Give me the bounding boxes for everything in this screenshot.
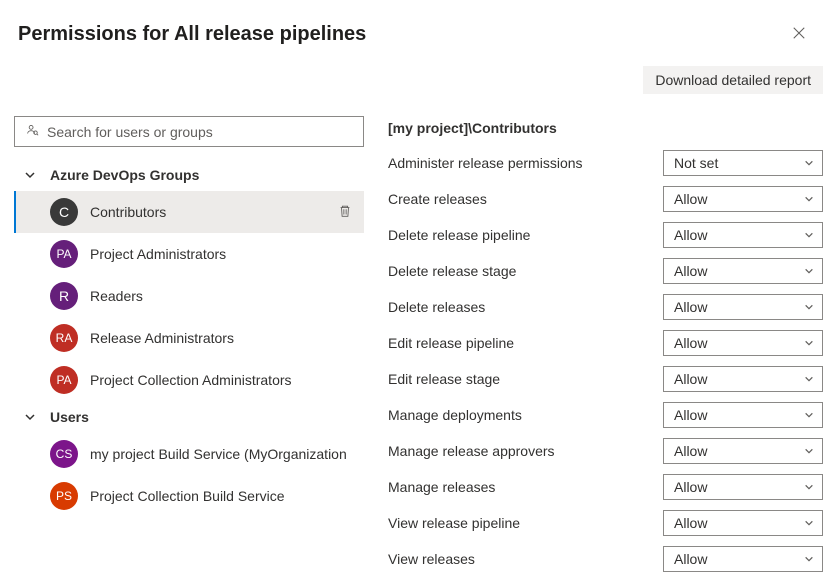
identity-name: Project Collection Build Service (90, 488, 356, 504)
chevron-down-icon (804, 299, 814, 315)
chevron-down-icon (804, 551, 814, 567)
permission-value: Not set (674, 155, 718, 171)
permission-dropdown[interactable]: Allow (663, 258, 823, 284)
avatar: PA (50, 366, 78, 394)
permission-label: Manage release approvers (388, 443, 555, 459)
identity-list-pane: Azure DevOps Groups C Contributors PA Proje… (14, 116, 364, 582)
permission-dropdown[interactable]: Allow (663, 510, 823, 536)
permission-label: Edit release pipeline (388, 335, 514, 351)
users-section-header[interactable]: Users (14, 401, 364, 433)
avatar: RA (50, 324, 78, 352)
permission-row: Administer release permissions Not set (388, 150, 823, 176)
chevron-down-icon (804, 191, 814, 207)
permission-label: Delete releases (388, 299, 485, 315)
permission-dropdown[interactable]: Allow (663, 402, 823, 428)
permission-value: Allow (674, 227, 707, 243)
identity-list-item[interactable]: R Readers (14, 275, 364, 317)
permission-dropdown[interactable]: Allow (663, 438, 823, 464)
permission-row: Delete release stage Allow (388, 258, 823, 284)
permission-dropdown[interactable]: Allow (663, 474, 823, 500)
permission-dropdown[interactable]: Allow (663, 222, 823, 248)
permission-label: Create releases (388, 191, 487, 207)
permission-dropdown[interactable]: Allow (663, 294, 823, 320)
permission-row: Edit release pipeline Allow (388, 330, 823, 356)
chevron-down-icon (804, 227, 814, 243)
identity-list-item[interactable]: PS Project Collection Build Service (14, 475, 364, 517)
page-title: Permissions for All release pipelines (18, 23, 366, 46)
chevron-down-icon (804, 263, 814, 279)
permission-label: Administer release permissions (388, 155, 583, 171)
permission-dropdown[interactable]: Not set (663, 150, 823, 176)
permission-value: Allow (674, 515, 707, 531)
permission-dropdown[interactable]: Allow (663, 330, 823, 356)
search-input[interactable] (47, 124, 353, 140)
identity-list-item[interactable]: PA Project Collection Administrators (14, 359, 364, 401)
permission-row: Delete releases Allow (388, 294, 823, 320)
chevron-down-icon (20, 169, 40, 181)
close-button[interactable] (783, 18, 815, 50)
groups-section-header[interactable]: Azure DevOps Groups (14, 159, 364, 191)
avatar: R (50, 282, 78, 310)
permission-value: Allow (674, 191, 707, 207)
chevron-down-icon (804, 335, 814, 351)
search-box[interactable] (14, 116, 364, 147)
chevron-down-icon (20, 411, 40, 423)
chevron-down-icon (804, 443, 814, 459)
identity-name: Readers (90, 288, 356, 304)
chevron-down-icon (804, 371, 814, 387)
avatar: PA (50, 240, 78, 268)
permission-label: View release pipeline (388, 515, 520, 531)
avatar: CS (50, 440, 78, 468)
permission-row: Manage releases Allow (388, 474, 823, 500)
identity-list-item[interactable]: RA Release Administrators (14, 317, 364, 359)
identity-list-item[interactable]: C Contributors (14, 191, 364, 233)
permission-value: Allow (674, 371, 707, 387)
permission-value: Allow (674, 551, 707, 567)
identity-list-item[interactable]: PA Project Administrators (14, 233, 364, 275)
permission-value: Allow (674, 299, 707, 315)
person-search-icon (25, 123, 47, 140)
permission-dropdown[interactable]: Allow (663, 186, 823, 212)
chevron-down-icon (804, 479, 814, 495)
permission-row: Manage release approvers Allow (388, 438, 823, 464)
close-icon (792, 26, 806, 43)
permission-label: Delete release stage (388, 263, 516, 279)
download-report-button[interactable]: Download detailed report (643, 66, 823, 94)
permission-value: Allow (674, 443, 707, 459)
selected-identity-title: [my project]\Contributors (388, 116, 823, 136)
chevron-down-icon (804, 407, 814, 423)
permission-label: View releases (388, 551, 475, 567)
delete-identity-button[interactable] (334, 200, 356, 225)
identity-name: Release Administrators (90, 330, 356, 346)
identity-name: my project Build Service (MyOrganization (90, 446, 356, 462)
users-section-label: Users (50, 409, 89, 425)
identity-list-item[interactable]: CS my project Build Service (MyOrganizati… (14, 433, 364, 475)
groups-section-label: Azure DevOps Groups (50, 167, 199, 183)
permission-row: View releases Allow (388, 546, 823, 572)
identity-name: Contributors (90, 204, 334, 220)
identity-name: Project Collection Administrators (90, 372, 356, 388)
permission-value: Allow (674, 407, 707, 423)
permission-row: Edit release stage Allow (388, 366, 823, 392)
permission-value: Allow (674, 479, 707, 495)
avatar: PS (50, 482, 78, 510)
permission-label: Delete release pipeline (388, 227, 530, 243)
chevron-down-icon (804, 155, 814, 171)
chevron-down-icon (804, 515, 814, 531)
identity-name: Project Administrators (90, 246, 356, 262)
permission-row: Create releases Allow (388, 186, 823, 212)
permissions-detail-pane: [my project]\Contributors Administer rel… (378, 116, 823, 582)
permission-row: Delete release pipeline Allow (388, 222, 823, 248)
permission-row: View release pipeline Allow (388, 510, 823, 536)
permission-label: Manage deployments (388, 407, 522, 423)
permission-dropdown[interactable]: Allow (663, 546, 823, 572)
permission-label: Edit release stage (388, 371, 500, 387)
permission-label: Manage releases (388, 479, 495, 495)
permission-row: Manage deployments Allow (388, 402, 823, 428)
permission-value: Allow (674, 263, 707, 279)
permission-value: Allow (674, 335, 707, 351)
permission-dropdown[interactable]: Allow (663, 366, 823, 392)
avatar: C (50, 198, 78, 226)
trash-icon (338, 204, 352, 221)
